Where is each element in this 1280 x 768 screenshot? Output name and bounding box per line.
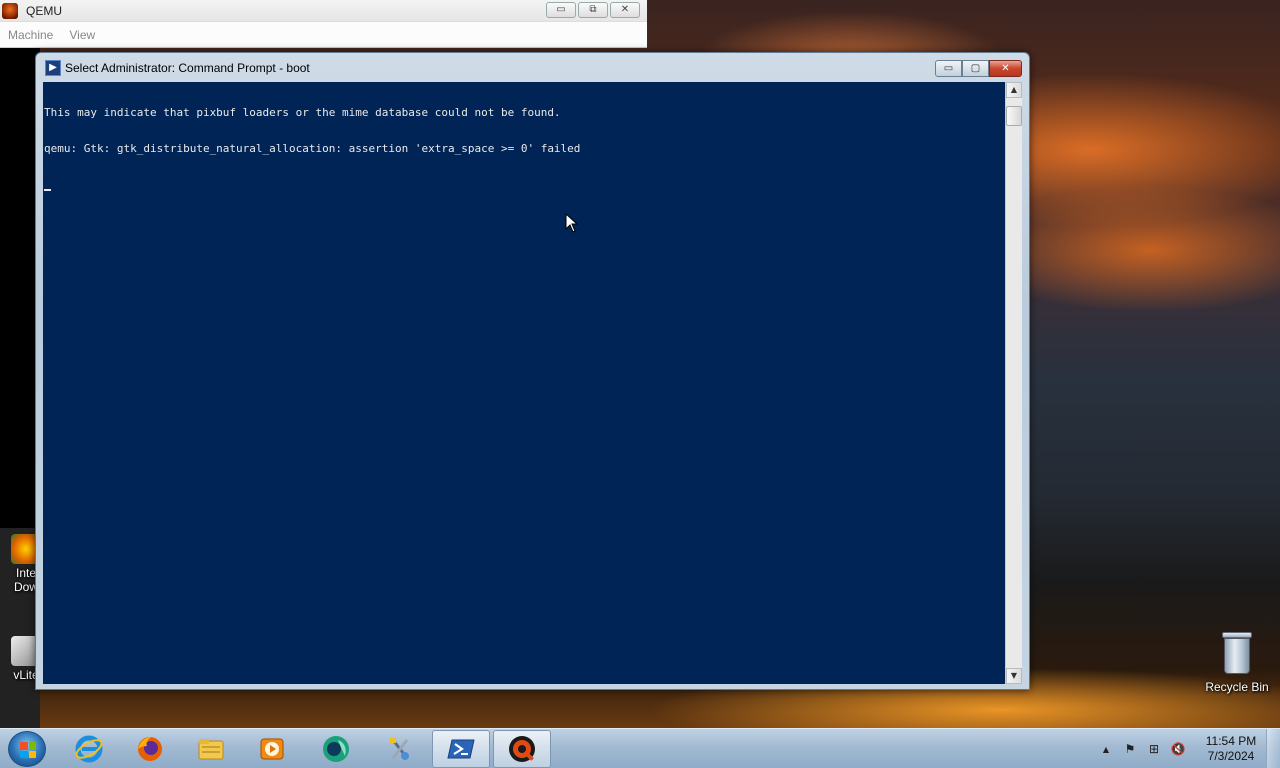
folder-icon xyxy=(198,739,224,760)
qemu-icon xyxy=(2,2,18,19)
taskbar-item-internet-explorer[interactable] xyxy=(60,730,118,768)
taskbar-item-qemu[interactable] xyxy=(493,730,551,768)
tools-icon xyxy=(390,738,409,760)
taskbar-item-file-explorer[interactable] xyxy=(182,730,240,768)
desktop-icon-recycle-bin[interactable]: Recycle Bin xyxy=(1200,630,1274,694)
media-player-icon xyxy=(260,738,284,760)
taskbar-item-powershell[interactable] xyxy=(432,730,490,768)
qemu-close-button[interactable]: ✕ xyxy=(610,2,640,18)
qemu-display-background xyxy=(0,46,40,528)
qemu-window-title: QEMU xyxy=(26,3,62,18)
powershell-icon xyxy=(447,739,475,759)
qemu-minimize-button[interactable]: ▭ xyxy=(546,2,576,18)
vertical-scrollbar[interactable]: ▲ ▼ xyxy=(1005,82,1022,684)
show-desktop-button[interactable] xyxy=(1266,729,1280,768)
console-output[interactable]: This may indicate that pixbuf loaders or… xyxy=(43,82,1005,684)
taskbar-item-firefox[interactable] xyxy=(121,730,179,768)
console-line: qemu: Gtk: gtk_distribute_natural_alloca… xyxy=(44,142,581,155)
qemu-restore-button[interactable]: ⧉ xyxy=(578,2,608,18)
volume-muted-icon[interactable]: 🔇 xyxy=(1170,742,1186,756)
desktop-icon-label: Recycle Bin xyxy=(1205,680,1269,694)
qemu-menubar: Machine View xyxy=(0,22,647,47)
mouse-pointer-icon xyxy=(565,213,579,233)
scrollbar-thumb[interactable] xyxy=(1006,106,1022,126)
internet-explorer-icon xyxy=(75,735,103,763)
start-button[interactable] xyxy=(8,731,46,767)
menu-view[interactable]: View xyxy=(69,28,95,42)
scroll-up-arrow-icon[interactable]: ▲ xyxy=(1006,82,1022,98)
clock-time: 11:54 PM xyxy=(1205,734,1257,748)
system-tray: ▲ ⚑ ⊞ 🔇 11:54 PM 7/3/2024 xyxy=(1098,729,1260,768)
cmd-minimize-button[interactable]: ▭ xyxy=(935,60,962,77)
taskbar: ▲ ⚑ ⊞ 🔇 11:54 PM 7/3/2024 xyxy=(0,728,1280,768)
show-hidden-icons-icon[interactable]: ▲ xyxy=(1098,745,1114,754)
cmd-close-button[interactable]: ✕ xyxy=(989,60,1022,77)
windows-logo-icon xyxy=(20,742,36,758)
recycle-bin-icon xyxy=(1221,632,1253,676)
console-line: This may indicate that pixbuf loaders or… xyxy=(44,106,561,119)
clock-date: 7/3/2024 xyxy=(1207,749,1255,763)
taskbar-item-green-app[interactable] xyxy=(307,730,365,768)
network-icon[interactable]: ⊞ xyxy=(1146,742,1162,756)
text-cursor xyxy=(44,189,51,191)
command-prompt-window: ▶ Select Administrator: Command Prompt -… xyxy=(35,52,1030,690)
scroll-down-arrow-icon[interactable]: ▼ xyxy=(1006,668,1022,684)
command-prompt-title: Select Administrator: Command Prompt - b… xyxy=(65,61,310,75)
green-app-icon xyxy=(323,736,349,762)
cmd-maximize-button[interactable]: ▢ xyxy=(962,60,989,77)
firefox-icon xyxy=(138,737,162,761)
taskbar-item-tools[interactable] xyxy=(371,730,429,768)
taskbar-item-media-player[interactable] xyxy=(243,730,301,768)
qemu-window: QEMU ▭ ⧉ ✕ Machine View xyxy=(0,0,647,48)
qemu-icon xyxy=(509,736,536,763)
action-center-flag-icon[interactable]: ⚑ xyxy=(1122,742,1138,756)
powershell-icon: ▶ xyxy=(45,60,61,76)
command-prompt-titlebar[interactable]: ▶ Select Administrator: Command Prompt -… xyxy=(36,53,1029,83)
clock[interactable]: 11:54 PM 7/3/2024 xyxy=(1202,734,1260,764)
menu-machine[interactable]: Machine xyxy=(8,28,53,42)
qemu-titlebar[interactable]: QEMU ▭ ⧉ ✕ xyxy=(0,0,647,22)
